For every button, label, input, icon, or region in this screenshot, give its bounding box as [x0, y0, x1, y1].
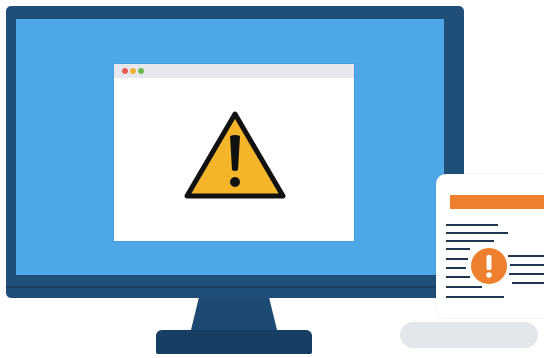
alert-circle-icon [471, 248, 507, 284]
document-line [446, 286, 482, 288]
warning-triangle-icon [184, 111, 286, 199]
document-line [510, 264, 544, 266]
document-line [446, 224, 498, 226]
browser-titlebar [114, 64, 354, 78]
document-line [446, 276, 470, 278]
document-line [446, 248, 470, 250]
document-line [446, 267, 466, 269]
document-line [446, 258, 468, 260]
maximize-dot-icon [138, 68, 144, 74]
close-dot-icon [122, 68, 128, 74]
document-line [512, 282, 544, 284]
monitor-stand-base [156, 330, 312, 354]
monitor-stand-neck [190, 298, 278, 334]
document-line [509, 273, 544, 275]
document-line [446, 296, 504, 298]
document-line [446, 232, 508, 234]
minimize-dot-icon [130, 68, 136, 74]
document-line [508, 255, 544, 257]
document-header-bar [450, 195, 544, 209]
monitor-chin-line [6, 286, 464, 288]
document-shadow [400, 322, 538, 348]
document-line [446, 240, 494, 242]
